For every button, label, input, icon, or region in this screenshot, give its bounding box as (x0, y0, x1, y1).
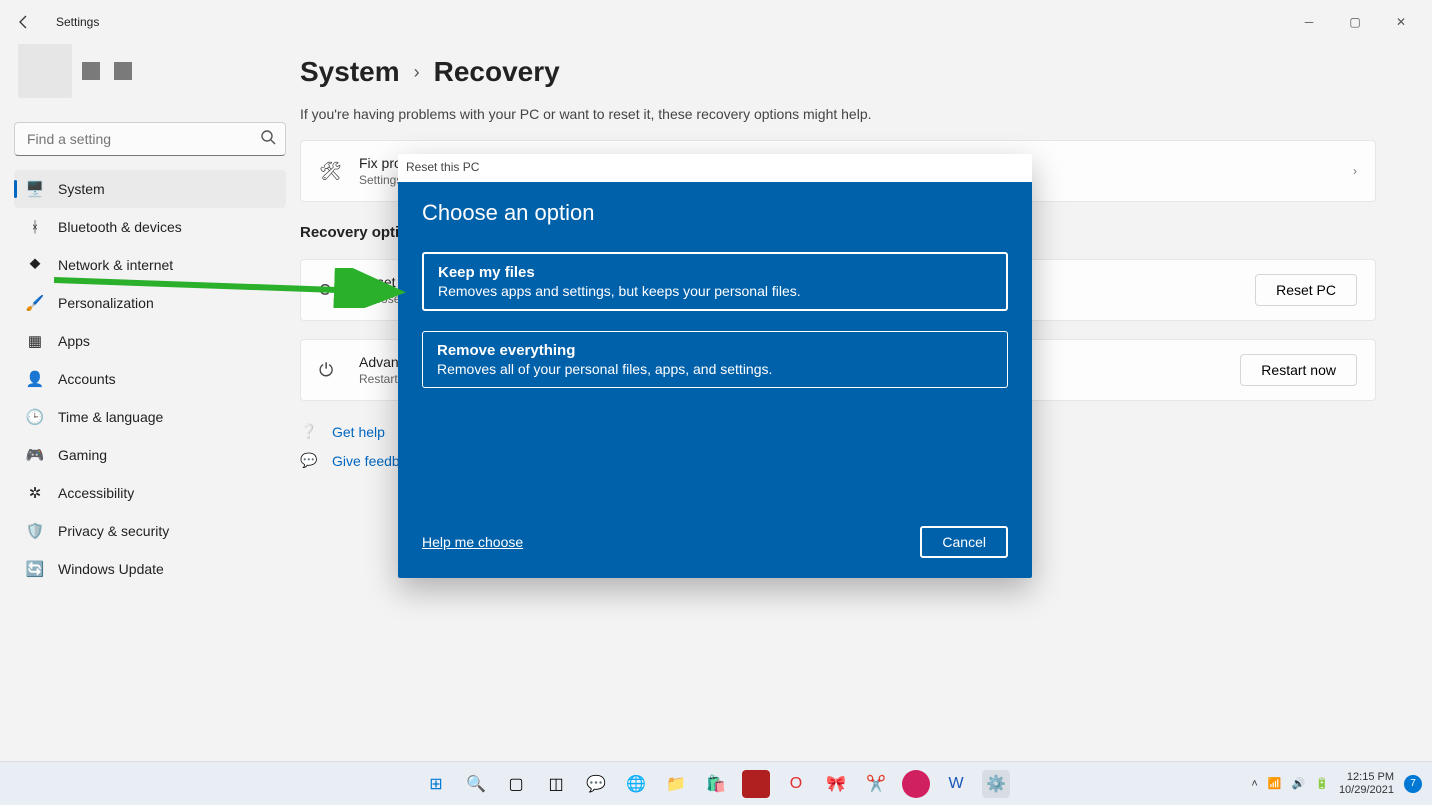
date-text: 10/29/2021 (1339, 784, 1394, 797)
feedback-icon: 💬 (300, 452, 318, 469)
close-button[interactable]: ✕ (1378, 7, 1424, 37)
breadcrumb-current: Recovery (434, 56, 560, 88)
sidebar-item-bluetooth-devices[interactable]: ᚼ Bluetooth & devices (14, 208, 286, 246)
nav-label: Time & language (58, 409, 163, 425)
app-icon[interactable] (902, 770, 930, 798)
volume-icon[interactable]: 🔊 (1292, 777, 1306, 790)
nav-label: Personalization (58, 295, 154, 311)
help-me-choose-link[interactable]: Help me choose (422, 534, 523, 550)
settings-icon[interactable]: ⚙️ (982, 770, 1010, 798)
sidebar-item-gaming[interactable]: 🎮 Gaming (14, 436, 286, 474)
nav-label: Privacy & security (58, 523, 169, 539)
breadcrumb: System › Recovery (300, 56, 1376, 88)
nav-icon: 🖥️ (26, 180, 44, 198)
taskbar-center: ⊞ 🔍 ▢ ◫ 💬 🌐 📁 🛍️ O 🎀 ✂️ W ⚙️ (422, 770, 1010, 798)
chat-icon[interactable]: 💬 (582, 770, 610, 798)
option-keep-my-files[interactable]: Keep my files Removes apps and settings,… (422, 252, 1008, 311)
search-container (14, 122, 286, 156)
tray-expand-icon[interactable]: ˄ (1251, 778, 1257, 790)
widgets-icon[interactable]: ◫ (542, 770, 570, 798)
restart-now-button[interactable]: Restart now (1240, 354, 1357, 386)
reset-icon: ⟳ (319, 280, 341, 301)
nav-icon: 🛡️ (26, 522, 44, 540)
wifi-icon[interactable]: 📶 (1268, 777, 1282, 790)
nav-icon: ᚼ (26, 219, 44, 236)
battery-icon[interactable]: 🔋 (1315, 777, 1329, 790)
start-button[interactable]: ⊞ (422, 770, 450, 798)
power-icon: ⏻ (319, 360, 341, 381)
nav-label: Accounts (58, 371, 116, 387)
back-button[interactable] (8, 6, 40, 38)
nav-label: System (58, 181, 105, 197)
edge-icon[interactable]: 🌐 (622, 770, 650, 798)
clock[interactable]: 12:15 PM 10/29/2021 (1339, 771, 1394, 797)
intro-text: If you're having problems with your PC o… (300, 106, 1376, 122)
profile-block[interactable] (14, 44, 286, 104)
dialog-titlebar: Reset this PC (398, 154, 1032, 182)
sidebar-item-system[interactable]: 🖥️ System (14, 170, 286, 208)
option-remove-everything[interactable]: Remove everything Removes all of your pe… (422, 331, 1008, 388)
app-icon[interactable]: 🎀 (822, 770, 850, 798)
option-title: Remove everything (437, 342, 993, 359)
nav-icon: ✲ (26, 484, 44, 502)
maximize-button[interactable]: ▢ (1332, 7, 1378, 37)
reset-pc-dialog: Reset this PC Choose an option Keep my f… (398, 154, 1032, 578)
option-sub: Removes all of your personal files, apps… (437, 361, 993, 377)
search-input[interactable] (14, 122, 286, 156)
cancel-button[interactable]: Cancel (920, 526, 1008, 558)
nav-label: Gaming (58, 447, 107, 463)
nav-label: Bluetooth & devices (58, 219, 182, 235)
nav-icon: 🎮 (26, 446, 44, 464)
reset-pc-button[interactable]: Reset PC (1255, 274, 1357, 306)
nav-label: Network & internet (58, 257, 173, 273)
sidebar-item-accessibility[interactable]: ✲ Accessibility (14, 474, 286, 512)
snip-icon[interactable]: ✂️ (862, 770, 890, 798)
chevron-right-icon: › (414, 62, 420, 83)
nav-icon: 🔄 (26, 560, 44, 578)
avatar (18, 44, 72, 98)
option-sub: Removes apps and settings, but keeps you… (438, 283, 992, 299)
help-icon: ❔ (300, 423, 318, 440)
get-help-label: Get help (332, 424, 385, 440)
nav-list: 🖥️ System ᚼ Bluetooth & devices ⯁ Network & i… (14, 170, 286, 588)
opera-icon[interactable]: O (782, 770, 810, 798)
nav-label: Apps (58, 333, 90, 349)
nav-icon: ▦ (26, 332, 44, 350)
sidebar-item-windows-update[interactable]: 🔄 Windows Update (14, 550, 286, 588)
wrench-icon: 🛠 (319, 161, 341, 182)
sidebar-item-accounts[interactable]: 👤 Accounts (14, 360, 286, 398)
nav-label: Accessibility (58, 485, 134, 501)
option-title: Keep my files (438, 264, 992, 281)
search-icon (260, 129, 276, 150)
dialog-heading: Choose an option (422, 200, 1008, 226)
minimize-button[interactable]: ─ (1286, 7, 1332, 37)
time-text: 12:15 PM (1339, 771, 1394, 784)
nav-icon: ⯁ (26, 257, 44, 274)
sidebar: 🖥️ System ᚼ Bluetooth & devices ⯁ Network & i… (0, 44, 300, 761)
task-view-icon[interactable]: ▢ (502, 770, 530, 798)
titlebar: Settings ─ ▢ ✕ (0, 0, 1432, 44)
sidebar-item-network-internet[interactable]: ⯁ Network & internet (14, 246, 286, 284)
system-tray: ˄ 📶 🔊 🔋 12:15 PM 10/29/2021 7 (1251, 771, 1422, 797)
nav-icon: 🖌️ (26, 294, 44, 312)
window-title: Settings (56, 15, 99, 29)
app-icon[interactable] (742, 770, 770, 798)
taskbar-search-icon[interactable]: 🔍 (462, 770, 490, 798)
word-icon[interactable]: W (942, 770, 970, 798)
breadcrumb-parent[interactable]: System (300, 56, 400, 88)
sidebar-item-time-language[interactable]: 🕒 Time & language (14, 398, 286, 436)
notification-badge[interactable]: 7 (1404, 775, 1422, 793)
chevron-right-icon: › (1353, 164, 1357, 178)
nav-icon: 🕒 (26, 408, 44, 426)
explorer-icon[interactable]: 📁 (662, 770, 690, 798)
taskbar: ⊞ 🔍 ▢ ◫ 💬 🌐 📁 🛍️ O 🎀 ✂️ W ⚙️ ˄ 📶 🔊 🔋 12:… (0, 761, 1432, 805)
sidebar-item-personalization[interactable]: 🖌️ Personalization (14, 284, 286, 322)
nav-label: Windows Update (58, 561, 164, 577)
sidebar-item-apps[interactable]: ▦ Apps (14, 322, 286, 360)
sidebar-item-privacy-security[interactable]: 🛡️ Privacy & security (14, 512, 286, 550)
nav-icon: 👤 (26, 370, 44, 388)
store-icon[interactable]: 🛍️ (702, 770, 730, 798)
